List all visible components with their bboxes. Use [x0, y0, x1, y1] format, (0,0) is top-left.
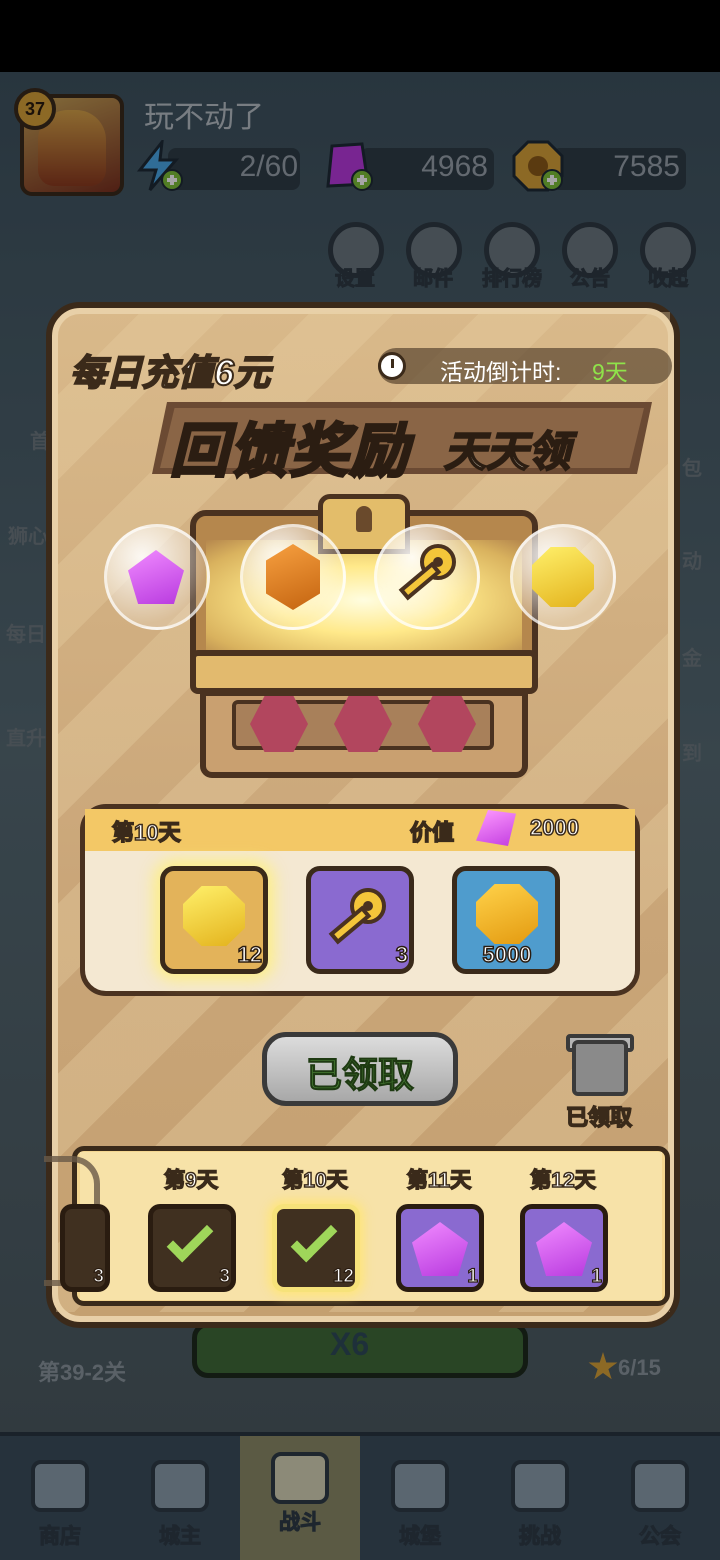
crossed-swords-icon[interactable] — [271, 1452, 329, 1504]
reward-count: 3 — [395, 941, 409, 968]
reward-day-title: 第10天 — [111, 819, 181, 846]
countdown-value: 9天 — [592, 359, 628, 385]
day-label: 第9天 — [163, 1168, 218, 1193]
shop-icon[interactable] — [31, 1460, 89, 1512]
gift-status-label: 已领取 — [565, 1104, 633, 1131]
nav-challenge[interactable]: 挑战 — [480, 1520, 600, 1550]
day-count: 3 — [93, 1265, 105, 1287]
nav-shop[interactable]: 商店 — [0, 1520, 120, 1550]
nav-battle[interactable]: 战斗 — [240, 1506, 360, 1536]
day-count: 3 — [219, 1265, 231, 1287]
daily-recharge-title: 每日充值6元 — [69, 351, 271, 394]
banner-main-title: 回馈奖励 — [168, 418, 411, 486]
nav-lord[interactable]: 城主 — [120, 1520, 240, 1550]
day-count: 12 — [332, 1265, 354, 1287]
castle-icon[interactable] — [391, 1460, 449, 1512]
status-bar — [0, 0, 720, 72]
clock-icon — [378, 352, 406, 380]
countdown-label: 活动倒计时: — [440, 359, 562, 385]
gold-hex-coin-icon — [183, 886, 245, 946]
day-label: 第12天 — [530, 1168, 597, 1193]
banner-subtitle: 天天领 — [443, 427, 571, 476]
nav-castle[interactable]: 城堡 — [360, 1520, 480, 1550]
day-count: 1 — [591, 1265, 603, 1287]
golden-key-icon — [398, 544, 456, 601]
keyhole-icon — [356, 506, 372, 532]
reward-count: 5000 — [482, 941, 532, 968]
claimed-button-label: 已领取 — [305, 1054, 414, 1096]
day-count: 1 — [467, 1265, 479, 1287]
guild-banner-icon[interactable] — [631, 1460, 689, 1512]
demon-icon[interactable] — [511, 1460, 569, 1512]
chest-rim — [190, 650, 538, 694]
value-label: 价值 — [409, 819, 455, 846]
day-label: 第10天 — [282, 1168, 349, 1193]
reward-count: 12 — [237, 941, 263, 968]
crown-icon[interactable] — [151, 1460, 209, 1512]
nav-guild[interactable]: 公会 — [600, 1520, 720, 1550]
gift-box-body — [572, 1040, 628, 1096]
value-amount: 2000 — [529, 814, 579, 841]
day-label: 第11天 — [406, 1168, 472, 1193]
